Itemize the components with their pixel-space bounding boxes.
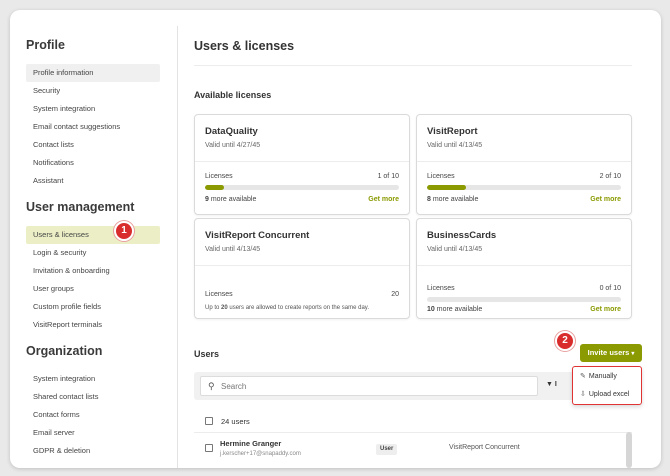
sidebar-item-system-integration[interactable]: System integration — [26, 100, 160, 118]
license-usage-fill — [427, 185, 466, 190]
licenses-count: 20 — [391, 291, 399, 298]
user-count: 24 users — [221, 417, 250, 426]
sidebar-item-notifications[interactable]: Notifications — [26, 154, 160, 172]
licenses-count: 2 of 10 — [599, 173, 621, 180]
invite-users-button[interactable]: Invite users ▾ — [580, 344, 642, 362]
licenses-label: Licenses — [427, 285, 455, 292]
license-name: VisitReport — [427, 126, 478, 137]
license-name: BusinessCards — [427, 230, 497, 241]
license-card-businesscards: BusinessCards Valid until 4/13/45 Licens… — [416, 218, 632, 319]
license-usage-bar — [427, 185, 621, 190]
license-card-dataquality: DataQuality Valid until 4/27/45 Licenses… — [194, 114, 410, 215]
licenses-count: 1 of 10 — [377, 173, 399, 180]
available-licenses-heading: Available licenses — [194, 90, 272, 100]
license-usage-bar — [205, 185, 399, 190]
search-icon: ⚲ — [208, 381, 215, 391]
pencil-icon: ✎ — [580, 373, 586, 380]
sidebar-item-contact-lists[interactable]: Contact lists — [26, 136, 160, 154]
sidebar-item-gdpr-deletion[interactable]: GDPR & deletion — [26, 442, 160, 460]
sidebar-section-user-management: User management — [26, 200, 135, 214]
license-valid-until: Valid until 4/27/45 — [205, 142, 261, 149]
select-all-checkbox[interactable] — [205, 417, 213, 425]
menu-item-upload-excel[interactable]: ⇩ Upload excel — [573, 386, 641, 403]
row-checkbox[interactable] — [205, 444, 213, 452]
licenses-available: 9 more available — [205, 196, 257, 203]
license-name: VisitReport Concurrent — [205, 230, 310, 241]
license-card-visitreport-concurrent: VisitReport Concurrent Valid until 4/13/… — [194, 218, 410, 319]
license-usage-fill — [205, 185, 225, 190]
sidebar-item-shared-contact-lists[interactable]: Shared contact lists — [26, 388, 160, 406]
sidebar-item-contact-forms[interactable]: Contact forms — [26, 406, 160, 424]
licenses-label: Licenses — [205, 291, 233, 298]
menu-item-manually[interactable]: ✎ Manually — [573, 368, 641, 385]
sidebar-item-profile-information[interactable]: Profile information — [26, 64, 160, 82]
user-license: VisitReport Concurrent — [449, 444, 520, 451]
role-badge: User — [376, 444, 398, 455]
sidebar-item-visitreport-terminals[interactable]: VisitReport terminals — [26, 316, 160, 334]
license-valid-until: Valid until 4/13/45 — [427, 246, 483, 253]
concurrent-note: Up to 20 users are allowed to create rep… — [205, 305, 369, 311]
get-more-link[interactable]: Get more — [590, 196, 621, 203]
sidebar-item-assistant[interactable]: Assistant — [26, 172, 160, 190]
sidebar-item-user-groups[interactable]: User groups — [26, 280, 160, 298]
licenses-count: 0 of 10 — [599, 285, 621, 292]
search-placeholder: Search — [221, 382, 247, 391]
app-window: Profile Profile information Security Sys… — [10, 10, 661, 468]
search-input[interactable]: ⚲ Search — [200, 376, 538, 396]
page-title: Users & licenses — [194, 39, 295, 53]
license-card-visitreport: VisitReport Valid until 4/13/45 Licenses… — [416, 114, 632, 215]
get-more-link[interactable]: Get more — [590, 306, 621, 313]
sidebar-item-org-system-integration[interactable]: System integration — [26, 370, 160, 388]
step-marker-1: 1 — [114, 221, 134, 241]
sidebar-item-users-licenses[interactable]: Users & licenses — [26, 226, 160, 244]
upload-icon: ⇩ — [580, 391, 586, 398]
users-toolbar: ⚲ Search ▼ I — [194, 372, 632, 400]
user-email: j.kerscher+17@snapaddy.com — [220, 451, 301, 457]
invite-users-menu: ✎ Manually ⇩ Upload excel — [572, 366, 642, 405]
licenses-label: Licenses — [427, 173, 455, 180]
title-divider — [194, 65, 632, 66]
license-name: DataQuality — [205, 126, 258, 137]
sidebar-item-security[interactable]: Security — [26, 82, 160, 100]
table-scrollbar[interactable] — [626, 432, 632, 468]
sidebar-item-email-contact-suggestions[interactable]: Email contact suggestions — [26, 118, 160, 136]
step-marker-2: 2 — [555, 331, 575, 351]
user-name: Hermine Granger — [220, 439, 282, 448]
get-more-link[interactable]: Get more — [368, 196, 399, 203]
licenses-available: 10 more available — [427, 306, 483, 313]
licenses-available: 8 more available — [427, 196, 479, 203]
sidebar-item-email-server[interactable]: Email server — [26, 424, 160, 442]
sidebar: Profile Profile information Security Sys… — [26, 36, 160, 460]
users-heading: Users — [194, 349, 220, 359]
license-valid-until: Valid until 4/13/45 — [427, 142, 483, 149]
sidebar-item-login-security[interactable]: Login & security — [26, 244, 160, 262]
chevron-down-icon: ▾ — [631, 351, 635, 357]
sidebar-item-invitation-onboarding[interactable]: Invitation & onboarding — [26, 262, 160, 280]
licenses-label: Licenses — [205, 173, 233, 180]
license-valid-until: Valid until 4/13/45 — [205, 246, 261, 253]
sidebar-section-profile: Profile — [26, 38, 65, 52]
sidebar-item-custom-profile-fields[interactable]: Custom profile fields — [26, 298, 160, 316]
filter-icon[interactable]: ▼ I — [546, 381, 557, 388]
license-usage-bar — [427, 297, 621, 302]
sidebar-divider — [177, 26, 178, 468]
sidebar-section-organization: Organization — [26, 344, 103, 358]
